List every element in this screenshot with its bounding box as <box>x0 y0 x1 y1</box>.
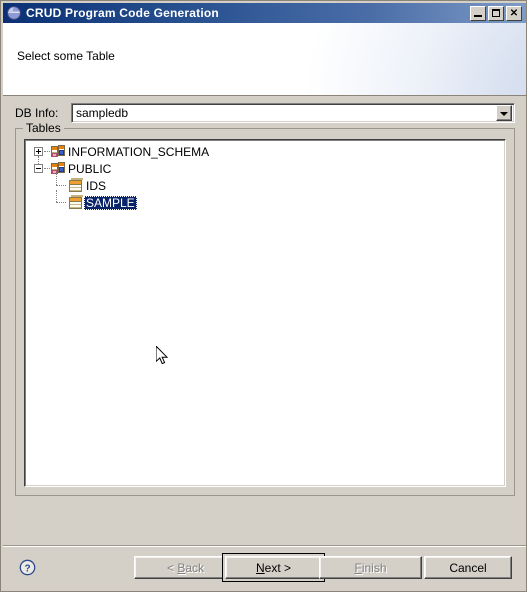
arrow-cursor <box>155 344 170 367</box>
tables-tree[interactable]: INFORMATION_SCHEMA PUBLIC IDS SAMPLE <box>25 140 505 211</box>
db-info-row: DB Info: sampledb <box>15 103 515 123</box>
eclipse-globe-icon <box>6 5 22 21</box>
wizard-header: Select some Table <box>3 23 526 96</box>
svg-text:?: ? <box>24 563 30 574</box>
dialog-footer: ? < Back Next > Finish Cancel <box>3 547 526 591</box>
page-title: Select some Table <box>17 49 115 63</box>
schema-icon <box>50 161 66 177</box>
db-info-value: sampledb <box>76 106 129 120</box>
table-icon <box>68 194 84 211</box>
table-icon <box>68 177 84 194</box>
dialog-window: CRUD Program Code Generation ✕ Select so… <box>0 0 527 592</box>
dialog-body: DB Info: sampledb Tables INFORMATION_SCH… <box>3 97 526 545</box>
help-question-icon[interactable]: ? <box>19 559 36 576</box>
tree-item-information-schema[interactable]: INFORMATION_SCHEMA <box>25 143 505 160</box>
tree-item-label: INFORMATION_SCHEMA <box>68 144 210 159</box>
window-controls: ✕ <box>470 5 522 21</box>
expand-icon[interactable] <box>34 147 43 156</box>
tree-item-sample[interactable]: SAMPLE <box>25 190 505 211</box>
schema-icon <box>50 144 66 160</box>
next-button[interactable]: Next > <box>225 556 322 579</box>
cancel-button[interactable]: Cancel <box>424 556 512 579</box>
tree-item-label: PUBLIC <box>68 161 112 176</box>
tree-item-label-selected: SAMPLE <box>84 195 137 210</box>
close-button[interactable]: ✕ <box>506 5 522 21</box>
next-button-label: Next > <box>255 560 292 575</box>
tree-item-label: IDS <box>86 178 107 193</box>
tree-item-ids[interactable]: IDS <box>25 173 505 194</box>
collapse-icon[interactable] <box>34 164 43 173</box>
db-info-combobox[interactable]: sampledb <box>71 103 515 123</box>
minimize-button[interactable] <box>470 5 486 21</box>
window-title: CRUD Program Code Generation <box>26 6 219 20</box>
db-info-label: DB Info: <box>15 106 59 120</box>
tables-groupbox: Tables INFORMATION_SCHEMA PUBLIC IDS SAM… <box>15 122 515 496</box>
maximize-button[interactable] <box>488 5 504 21</box>
title-bar[interactable]: CRUD Program Code Generation ✕ <box>3 3 526 23</box>
next-button-default-frame: Next > <box>222 553 325 582</box>
tree-item-public[interactable]: PUBLIC <box>25 156 505 177</box>
finish-button-label: Finish <box>354 560 387 575</box>
tables-tree-panel[interactable]: INFORMATION_SCHEMA PUBLIC IDS SAMPLE <box>24 139 506 487</box>
tables-groupbox-label: Tables <box>23 122 64 134</box>
back-button-label: < Back <box>166 560 205 575</box>
chevron-down-icon[interactable] <box>496 105 512 121</box>
finish-button[interactable]: Finish <box>319 556 422 579</box>
cancel-button-label: Cancel <box>449 560 487 575</box>
close-icon: ✕ <box>509 7 519 19</box>
